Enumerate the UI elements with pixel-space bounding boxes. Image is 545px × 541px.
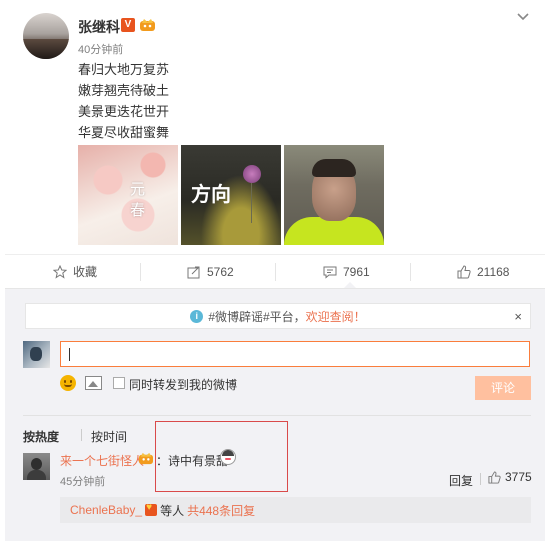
text-caret [69,348,70,361]
share-icon [187,266,200,279]
info-icon: i [190,309,204,323]
hair-graphic [312,159,356,177]
close-icon[interactable]: × [514,309,522,324]
poem-line: 春归大地万复苏 [78,62,170,77]
like-button[interactable]: 21168 [457,255,509,289]
submit-comment-button[interactable]: 评论 [475,376,531,400]
poem-line: 嫩芽翘壳待破土 [78,83,170,98]
divider [275,263,276,281]
comment-like-button[interactable]: 3775 [488,470,532,484]
notice-text: #微博辟谣#平台， [208,309,306,324]
flower-image[interactable]: 元春 [78,145,178,245]
sort-by-time[interactable]: 按时间 [91,428,127,445]
share-count: 5762 [207,265,234,279]
flower-stem [251,183,252,223]
notice-link[interactable]: 欢迎查阅！ [306,308,366,325]
commenter-name[interactable]: 来一个七街怪人 [60,452,144,469]
thumbs-up-icon [457,265,471,279]
share-button[interactable]: 5762 [187,255,234,289]
highlight-annotation-box [155,421,288,492]
thumbs-up-icon [488,470,501,484]
post-text: 春归大地万复苏 嫩芽翘壳待破土 美景更迭花世开 华夏尽收甜蜜舞 [78,59,169,143]
image-icon[interactable] [85,376,102,390]
reply-count-link[interactable]: 共448条回复 [187,502,255,519]
favorite-button[interactable]: 收藏 [53,255,97,289]
heart-badge-icon [145,502,158,516]
chevron-down-icon[interactable] [515,10,531,24]
comment-icon [323,266,337,279]
commenter-avatar[interactable] [23,453,50,480]
comment-input-box[interactable] [60,341,530,367]
divider [140,263,141,281]
comment-timestamp: 45分钟前 [60,476,106,488]
poem-line: 华夏尽收甜蜜舞 [78,125,170,140]
repost-checkbox[interactable] [113,377,125,389]
portrait-image[interactable] [284,145,384,245]
poster-title: 方向 [191,182,231,206]
current-user-avatar[interactable] [23,341,50,368]
divider [480,473,481,485]
reply-summary-middle: 等人 [160,503,185,518]
favorite-label: 收藏 [73,265,98,279]
weibo-post: 张继科 V 40分钟前 春归大地万复苏 嫩芽翘壳待破土 美景更迭花世开 华夏尽收… [0,0,545,289]
comment-like-count: 3775 [505,470,532,484]
divider [81,429,82,441]
vip-crown-icon [139,452,153,465]
author-avatar[interactable] [23,13,69,59]
shirt-graphic [284,217,384,245]
image-caption: 元春 [128,181,145,223]
flower-graphic [243,165,261,183]
divider [410,263,411,281]
direction-poster-image[interactable]: 方向 [181,145,281,245]
vip-crown-icon [140,19,155,31]
replier-name[interactable]: ChenleBaby_ [70,503,142,517]
post-timestamp[interactable]: 40分钟前 [78,41,123,57]
action-bar: 收藏 5762 7961 21168 [5,254,545,289]
like-count: 21168 [477,265,510,279]
star-icon [53,265,67,279]
verified-badge-icon: V [121,18,135,32]
emoji-icon[interactable] [60,375,76,391]
poem-line: 美景更迭花世开 [78,104,170,119]
sort-by-hot[interactable]: 按热度 [23,428,59,445]
reply-summary[interactable]: ChenleBaby_ 等人 共448条回复 [60,497,531,523]
author-name[interactable]: 张继科 [78,17,120,37]
comment-input[interactable] [61,342,529,366]
comment-panel: i #微博辟谣#平台， 欢迎查阅！ × 同时转发到我的微博 评论 按热度 按时间 … [5,288,545,541]
repost-label[interactable]: 同时转发到我的微博 [129,376,237,393]
reply-button[interactable]: 回复 [449,472,473,489]
rumor-notice: i #微博辟谣#平台， 欢迎查阅！ × [25,303,531,329]
